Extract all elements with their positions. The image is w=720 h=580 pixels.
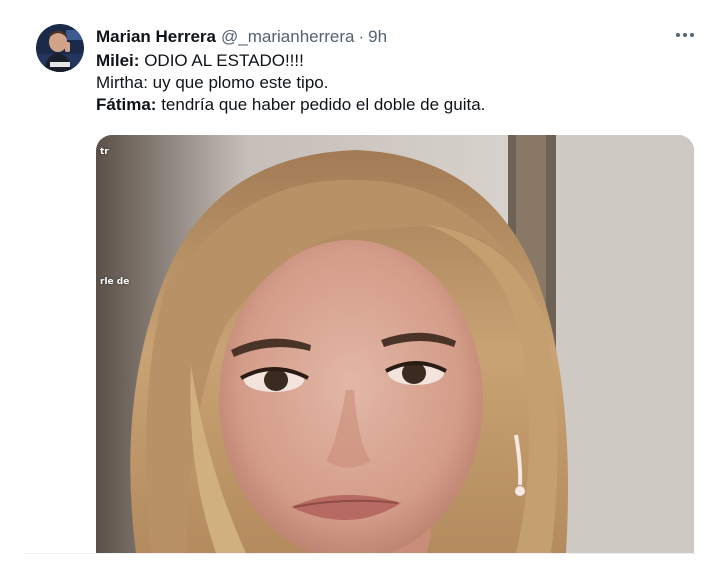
avatar-image <box>36 24 84 72</box>
header-separator: · <box>358 27 365 46</box>
more-dot <box>690 33 694 37</box>
speaker-colon: : <box>133 51 145 70</box>
media-overlay-text: rle de <box>100 277 130 287</box>
avatar[interactable] <box>36 24 84 72</box>
speaker-colon: : <box>150 95 162 114</box>
line-text: Mirtha: uy que plomo este tipo. <box>96 73 329 92</box>
more-dot <box>676 33 680 37</box>
more-options-icon[interactable] <box>672 24 698 46</box>
tweet-media-image[interactable]: tr rle de <box>96 135 694 553</box>
tweet-text: Milei: ODIO AL ESTADO!!!! Mirtha: uy que… <box>96 50 696 116</box>
author-handle[interactable]: @_marianherrera <box>221 26 354 48</box>
line-text: ODIO AL ESTADO!!!! <box>144 51 304 70</box>
tweet-card[interactable]: Marian Herrera @_marianherrera · 9h Mile… <box>0 0 720 580</box>
author-display-name[interactable]: Marian Herrera <box>96 26 216 48</box>
line-text: tendría que haber pedido el doble de gui… <box>161 95 486 114</box>
tweet-line-3: Fátima: tendría que haber pedido el dobl… <box>96 94 696 116</box>
tweet-line-2: Mirtha: uy que plomo este tipo. <box>96 72 696 94</box>
more-dot <box>683 33 687 37</box>
speaker-name: Fátima <box>96 95 151 114</box>
tweet-line-1: Milei: ODIO AL ESTADO!!!! <box>96 50 696 72</box>
tweet-timestamp[interactable]: 9h <box>368 26 387 48</box>
tweet-divider <box>24 553 696 554</box>
media-photo <box>96 135 694 553</box>
media-overlay-text: tr <box>100 147 109 157</box>
speaker-name: Milei <box>96 51 134 70</box>
tweet-header: Marian Herrera @_marianherrera · 9h <box>96 26 387 48</box>
